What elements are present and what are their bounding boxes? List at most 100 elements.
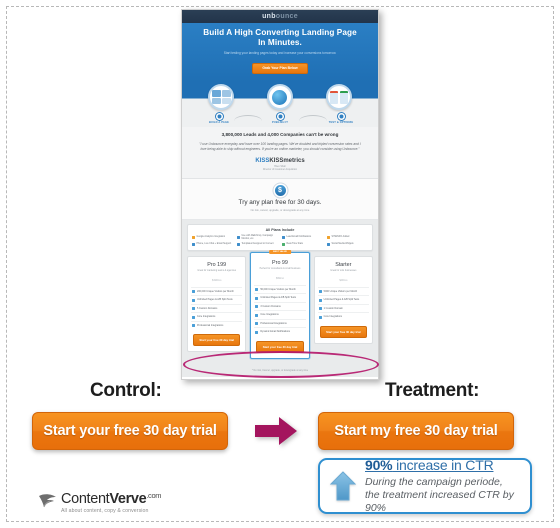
tier-feature-label: Professional Integrations [260,321,287,325]
tier-feature-item: 3 Custom Domains [254,301,306,311]
all-plans-title: All Plans Include [265,227,295,232]
check-icon [255,296,259,300]
step-dot-2 [276,113,284,120]
trial-section: $ Try any plan free for 30 days. No risk… [182,178,378,220]
check-icon [255,330,259,334]
treatment-cta-button[interactable]: Start my free 30 day trial [318,412,514,450]
tier-cta-button[interactable]: Start your free 30 day trial [319,325,367,338]
kissmetrics-logo: KISSKISSmetrics [255,157,305,164]
feature-bullet-icon [237,236,240,240]
treatment-label: Treatment: [385,380,480,401]
tier-feature-item: 5 Custom Domains [191,303,243,313]
tier-feature-label: Core Integrations [260,313,279,317]
tier-feature-item: 200,000 Unique Visitors per Month [191,286,243,296]
unbounce-logo: unbounce [262,13,298,20]
tier-feature-list: 50,000 Unique Visitors per Month Unlimit… [254,284,306,336]
tier-cta-button[interactable]: Start your free 30 day trial [193,334,241,347]
check-icon [192,298,195,302]
contentverve-logo: ContentVerve.com All about content, copy… [38,491,162,514]
control-cta-button[interactable]: Start your free 30 day trial [32,412,228,450]
tier-feature-label: Unlimited Pages & A/B Split Tests [197,298,233,302]
trial-headline: Try any plan free for 30 days. [238,198,322,206]
hero-headline: Build A High Converting Landing Page In … [188,28,372,48]
check-icon [192,324,195,328]
feature-bullet-icon [327,242,330,246]
tier-feature-label: 1 Custom Domain [323,306,343,310]
social-proof-headline: 3,800,000 Leads and 4,000 Companies can'… [221,132,339,137]
result-metric: 90% [365,457,393,473]
tier-feature-list: 5000 Unique Visitors per Month Unlimited… [317,286,369,321]
page-thumbnails-icon [208,84,235,110]
check-icon [192,290,195,294]
tier-feature-item: Core Integrations [317,312,369,321]
plan-feature-label: SITEINFO Added [331,236,350,239]
hero-headline-line2: In Minutes. [258,38,302,47]
pricing-tier-pro199: Pro 199 Great for marketing teams & agen… [187,255,247,353]
step-connector-arc-2 [299,115,327,121]
tier-feature-item: Unlimited Pages & A/B Split Tests [254,293,306,302]
plans-section: All Plans Include Google Analytics Integ… [182,219,378,365]
dollar-coin-icon: $ [274,184,286,196]
steps-icon-row [182,82,378,112]
result-callout: 90% increase in CTR During the campaign … [318,457,532,515]
testimonial-author: Hiten Shah Director of Customer Acquisit… [190,165,370,172]
tier-feature-label: 50,000 Unique Visitors per Month [260,287,296,291]
plan-feature-label: Social Media Widgets [331,242,354,245]
screenshot-root: unbounce Build A High Converting Landing… [0,0,560,528]
logo-name-first: Content [61,491,110,507]
step-dot-3 [337,113,345,120]
tier-feature-label: 5000 Unique Visitors per Month [323,289,358,293]
step-connector-arc-1 [234,115,262,121]
plan-feature-label: Templates Designed to Convert [241,242,274,245]
globe-icon [266,84,293,110]
plan-feature: Real-Time Stats [282,242,323,246]
tier-price: $49/mo [318,276,369,283]
tier-name: Pro 99 [272,259,288,266]
tier-feature-label: Core Integrations [323,315,342,319]
tier-feature-label: 3 Custom Domains [260,304,281,308]
feature-bullet-icon [192,236,195,240]
plan-feature: Phone, Live Chat + Email Support [192,242,233,246]
tier-description: Perfect for consultants & small business [259,267,301,270]
plan-feature: Google Analytics Integration [192,235,233,241]
step-marker-2: PUBLISH IT [257,113,303,124]
tier-feature-item: Professional Integrations [254,318,306,328]
tier-price: $99/mo [254,274,305,281]
pricing-tier-pro99: BEST VALUE Pro 99 Perfect for consultant… [250,249,310,359]
tier-description: Great for marketing teams & agencies [197,269,236,272]
plan-feature-label: Google Analytics Integration [196,236,226,239]
feature-bullet-icon [282,242,285,246]
tier-feature-item: Dynamic Email Notifications [254,327,306,336]
right-arrow-icon [255,417,297,445]
contentverve-name: ContentVerve.com [61,491,162,507]
mockup-topbar: unbounce [182,10,378,23]
logo-domain: .com [146,491,162,500]
check-icon [255,305,259,309]
result-headline: 90% increase in CTR [365,457,520,473]
logo-name-second: Verve [109,491,147,507]
tier-name: Starter [335,261,352,268]
plan-feature: SITEINFO Added [327,235,368,241]
check-icon [318,307,322,311]
tier-description: Great for solo businesses [330,269,357,272]
testimonial-author-title: Director of Customer Acquisition [262,168,298,172]
hero-cta-button[interactable]: Grab Your Plan Below [252,62,308,74]
check-icon [318,290,322,294]
kissmetrics-logo-text: KISSmetrics [269,157,305,164]
tier-feature-label: 200,000 Unique Visitors per Month [197,289,234,293]
tier-feature-item: Professional Integrations [191,320,243,330]
tier-price-unit: /mo [279,276,284,280]
tier-price: $199/mo [191,276,242,283]
hero-subheadline: Start testing your landing pages today a… [223,51,337,55]
feature-bullet-icon [282,236,285,240]
plan-feature: Social Media Widgets [327,242,368,246]
tier-feature-label: Unlimited Pages & A/B Split Tests [260,296,296,300]
check-icon [255,288,259,292]
plan-feature-label: Lead Email Notifications [286,236,312,239]
result-text: 90% increase in CTR During the campaign … [365,457,520,515]
mockup-hero: Build A High Converting Landing Page In … [182,23,378,82]
tier-feature-item: 5000 Unique Visitors per Month [317,286,369,296]
social-proof-section: 3,800,000 Leads and 4,000 Companies can'… [182,127,378,179]
tier-feature-item: Core Integrations [254,310,306,319]
contentverve-wordmark: ContentVerve.com All about content, copy… [61,491,162,514]
